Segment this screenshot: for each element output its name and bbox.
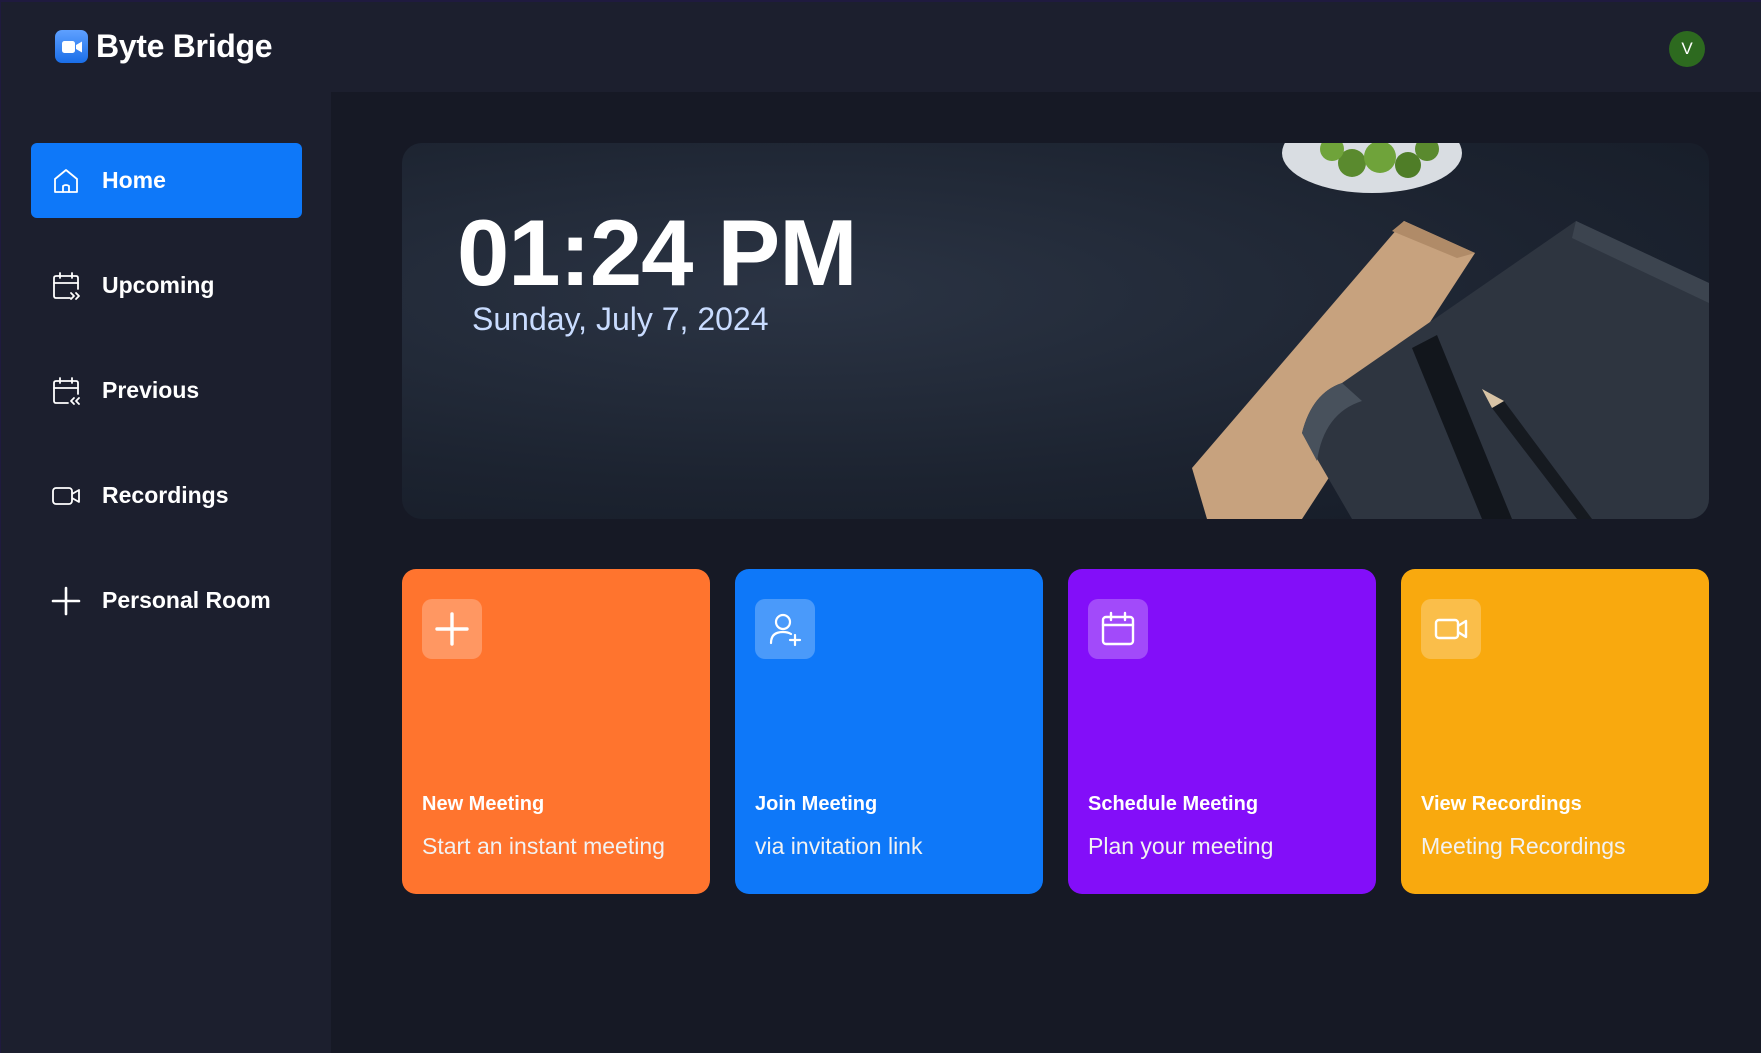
user-avatar[interactable]: V — [1669, 31, 1705, 67]
plus-icon — [51, 586, 81, 615]
plus-icon — [422, 599, 482, 659]
card-subtitle: via invitation link — [755, 833, 923, 859]
sidebar-item-personal-room[interactable]: Personal Room — [31, 563, 302, 638]
card-subtitle: Plan your meeting — [1088, 833, 1274, 859]
new-meeting-card[interactable]: New Meeting Start an instant meeting — [402, 569, 710, 894]
home-icon — [54, 168, 78, 193]
join-meeting-card[interactable]: Join Meeting via invitation link — [735, 569, 1043, 894]
app-root: Byte Bridge V Home Upcoming Previous Rec… — [0, 0, 1761, 1053]
video-icon — [1421, 599, 1481, 659]
sidebar: Home Upcoming Previous Recordings Person… — [1, 92, 331, 1053]
sidebar-item-upcoming[interactable]: Upcoming — [31, 248, 302, 323]
sidebar-item-home[interactable]: Home — [31, 143, 302, 218]
desk-illustration — [1192, 143, 1709, 519]
app-name: Byte Bridge — [96, 28, 273, 64]
sidebar-item-label: Previous — [102, 377, 200, 403]
sidebar-item-label: Home — [102, 167, 166, 193]
video-camera-icon — [55, 30, 88, 63]
card-title: View Recordings — [1421, 793, 1582, 815]
calendar-icon — [1088, 599, 1148, 659]
current-date: Sunday, July 7, 2024 — [472, 301, 769, 337]
card-subtitle: Start an instant meeting — [422, 833, 665, 859]
top-navbar: Byte Bridge V — [1, 2, 1761, 92]
add-user-icon — [755, 599, 815, 659]
hero-banner: 01:24 PM Sunday, July 7, 2024 — [402, 143, 1709, 519]
sidebar-item-label: Upcoming — [102, 272, 215, 298]
card-title: Schedule Meeting — [1088, 793, 1259, 815]
card-title: New Meeting — [422, 793, 545, 815]
sidebar-item-label: Personal Room — [102, 587, 271, 613]
calendar-forward-icon — [53, 271, 80, 300]
sidebar-item-recordings[interactable]: Recordings — [31, 458, 302, 533]
video-icon — [52, 486, 80, 505]
sidebar-item-previous[interactable]: Previous — [31, 353, 302, 428]
card-title: Join Meeting — [755, 793, 878, 815]
sidebar-item-label: Recordings — [102, 482, 229, 508]
schedule-meeting-card[interactable]: Schedule Meeting Plan your meeting — [1068, 569, 1376, 894]
card-subtitle: Meeting Recordings — [1421, 833, 1626, 859]
app-logo[interactable]: Byte Bridge — [55, 28, 273, 65]
current-time: 01:24 PM — [457, 200, 858, 305]
calendar-back-icon — [53, 376, 80, 405]
view-recordings-card[interactable]: View Recordings Meeting Recordings — [1401, 569, 1709, 894]
